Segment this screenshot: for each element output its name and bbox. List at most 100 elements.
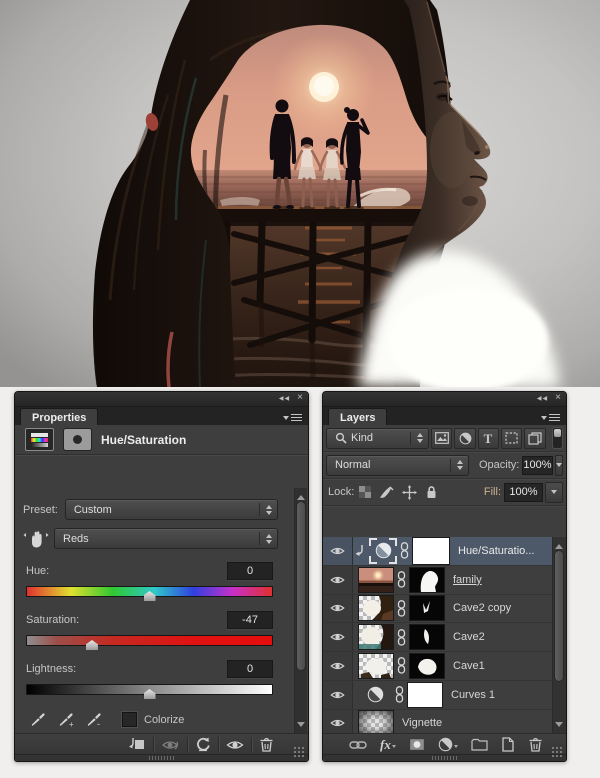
lock-all-icon[interactable] (425, 485, 438, 499)
close-panel-icon[interactable]: × (555, 393, 561, 403)
mask-link-icon[interactable] (397, 571, 406, 588)
close-panel-icon[interactable]: × (297, 393, 303, 403)
layer-name[interactable]: Cave2 copy (453, 602, 511, 614)
hue-saturation-preset-icon[interactable] (25, 428, 54, 451)
layer-mask-thumbnail[interactable] (409, 566, 445, 593)
lightness-slider[interactable] (26, 684, 273, 699)
hue-slider-thumb[interactable] (143, 591, 156, 601)
view-previous-state-icon[interactable] (161, 736, 180, 754)
lock-transparency-icon[interactable] (359, 486, 372, 498)
opacity-dropdown-icon[interactable] (554, 454, 563, 476)
visibility-eye-icon[interactable] (323, 709, 353, 734)
eyedropper-add-icon[interactable]: + (54, 709, 78, 730)
lightness-value-field[interactable]: 0 (227, 660, 273, 678)
mask-link-icon[interactable] (397, 600, 406, 617)
eyedropper-icon[interactable] (26, 709, 50, 730)
layer-name[interactable]: Vignette (402, 717, 442, 729)
visibility-eye-icon[interactable] (323, 565, 353, 594)
layer-name[interactable]: Hue/Saturatio... (458, 545, 534, 557)
add-layer-mask-icon[interactable] (409, 736, 425, 754)
visibility-eye-icon[interactable] (323, 623, 353, 651)
type-layer-filter-icon[interactable]: T (477, 427, 500, 449)
layer-row-cave2[interactable]: Cave2 (323, 623, 566, 652)
collapse-panel-icon[interactable]: ◀◀ (537, 395, 548, 402)
fill-dropdown-icon[interactable] (545, 481, 563, 503)
panel-resize-grip[interactable] (293, 746, 306, 759)
new-layer-icon[interactable] (501, 736, 515, 754)
saturation-value-field[interactable]: -47 (227, 611, 273, 629)
adjustment-layer-icon[interactable] (369, 537, 397, 564)
mask-link-icon[interactable] (397, 657, 406, 675)
layer-thumbnail[interactable] (358, 652, 394, 679)
visibility-eye-icon[interactable] (323, 680, 353, 709)
scroll-down-icon[interactable] (297, 722, 305, 731)
layers-scrollbar[interactable] (552, 537, 566, 734)
layer-mask-thumbnail[interactable] (407, 681, 443, 708)
visibility-eye-icon[interactable] (323, 537, 353, 565)
filter-switch-icon[interactable] (551, 427, 564, 449)
mask-icon[interactable] (63, 428, 92, 451)
panel-resize-edge[interactable] (15, 754, 308, 761)
layer-row-hue-saturation[interactable]: Hue/Saturatio... (323, 537, 566, 566)
layer-thumbnail[interactable] (358, 624, 394, 651)
layer-row-vignette[interactable]: Vignette (323, 709, 566, 734)
layer-mask-thumbnail[interactable] (409, 652, 445, 679)
panel-menu-icon[interactable] (283, 412, 302, 423)
lock-paint-icon[interactable] (379, 485, 394, 499)
adjustment-layer-icon[interactable] (358, 683, 392, 707)
fill-value-field[interactable]: 100% (504, 482, 543, 502)
mask-link-icon[interactable] (397, 628, 406, 646)
scroll-down-icon[interactable] (555, 722, 563, 731)
layer-mask-thumbnail[interactable] (412, 537, 450, 565)
layer-name[interactable]: family (453, 574, 482, 586)
layer-mask-thumbnail[interactable] (409, 624, 445, 651)
blend-mode-dropdown[interactable]: Normal (326, 454, 469, 476)
mask-link-icon[interactable] (400, 542, 409, 560)
adjustment-layer-filter-icon[interactable] (454, 427, 476, 449)
delete-icon[interactable] (259, 736, 274, 754)
visibility-eye-icon[interactable] (323, 652, 353, 680)
layer-style-fx-icon[interactable]: fx (380, 736, 396, 754)
layer-row-family[interactable]: family (323, 565, 566, 595)
layer-name[interactable]: Cave1 (453, 660, 485, 672)
channel-dropdown[interactable]: Reds (54, 528, 278, 549)
saturation-slider-thumb[interactable] (85, 640, 98, 650)
layer-row-cave1[interactable]: Cave1 (323, 652, 566, 681)
reset-icon[interactable] (195, 736, 211, 754)
scroll-up-icon[interactable] (555, 540, 563, 549)
properties-scrollbar[interactable] (294, 488, 307, 734)
layer-thumbnail[interactable] (358, 595, 394, 622)
pixel-layer-filter-icon[interactable] (431, 427, 453, 449)
panel-resize-grip[interactable] (551, 746, 564, 759)
panel-menu-icon[interactable] (541, 412, 560, 423)
shape-layer-filter-icon[interactable] (501, 427, 523, 449)
colorize-checkbox[interactable] (122, 712, 137, 727)
visibility-eye-icon[interactable] (226, 736, 244, 754)
scroll-up-icon[interactable] (297, 491, 305, 500)
clip-to-layer-icon[interactable] (128, 736, 146, 754)
on-image-adjustment-hand-icon[interactable] (23, 529, 49, 549)
filter-kind-dropdown[interactable]: Kind (326, 427, 429, 449)
eyedropper-subtract-icon[interactable]: - (82, 709, 106, 730)
layer-name[interactable]: Curves 1 (451, 689, 495, 701)
hue-value-field[interactable]: 0 (227, 562, 273, 580)
opacity-value-field[interactable]: 100% (522, 455, 553, 475)
layer-row-cave2-copy[interactable]: Cave2 copy (323, 594, 566, 624)
layer-thumbnail[interactable] (358, 566, 394, 593)
saturation-slider[interactable] (26, 635, 273, 650)
smart-object-filter-icon[interactable] (524, 427, 546, 449)
layer-mask-thumbnail[interactable] (409, 595, 445, 622)
lightness-slider-thumb[interactable] (143, 689, 156, 699)
tab-layers[interactable]: Layers (328, 408, 388, 426)
layer-name[interactable]: Cave2 (453, 631, 485, 643)
link-layers-icon[interactable] (349, 736, 367, 754)
new-adjustment-layer-icon[interactable] (438, 736, 458, 754)
tab-properties[interactable]: Properties (20, 408, 99, 426)
visibility-eye-icon[interactable] (323, 594, 353, 623)
delete-layer-icon[interactable] (528, 736, 543, 754)
layer-thumbnail[interactable] (358, 710, 394, 734)
lock-move-icon[interactable] (402, 484, 418, 500)
panel-resize-edge[interactable] (323, 754, 566, 761)
collapse-panel-icon[interactable]: ◀◀ (279, 395, 290, 402)
layer-row-curves1[interactable]: Curves 1 (323, 680, 566, 710)
